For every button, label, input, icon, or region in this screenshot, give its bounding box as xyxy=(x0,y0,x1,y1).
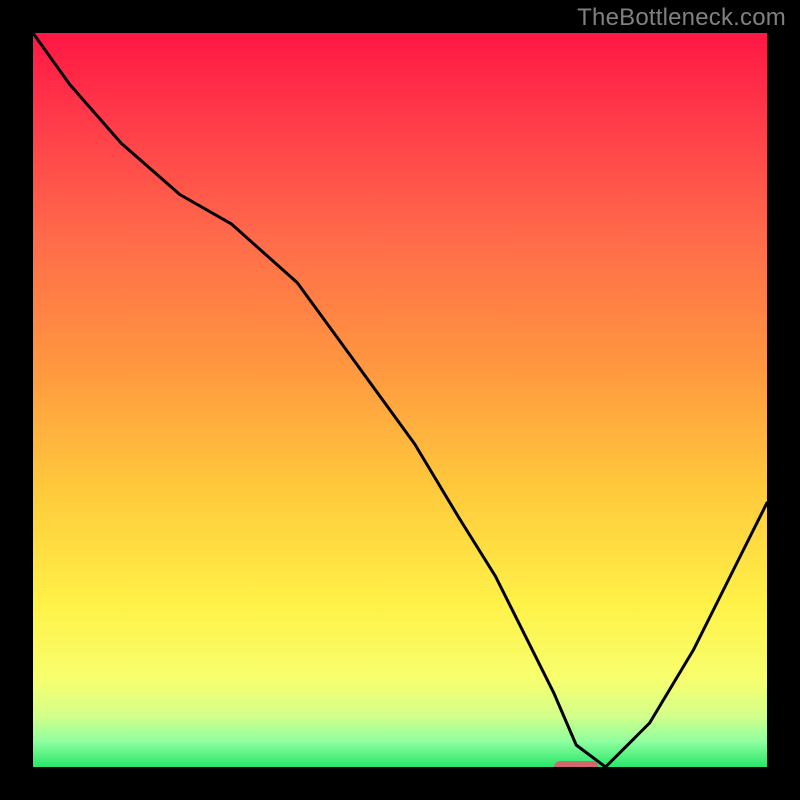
watermark-text: TheBottleneck.com xyxy=(577,4,786,32)
border-left xyxy=(0,0,33,800)
border-bottom xyxy=(0,767,800,800)
gradient-background xyxy=(33,33,767,767)
chart-frame: TheBottleneck.com xyxy=(0,0,800,800)
border-right xyxy=(767,0,800,800)
bottleneck-chart xyxy=(0,0,800,800)
